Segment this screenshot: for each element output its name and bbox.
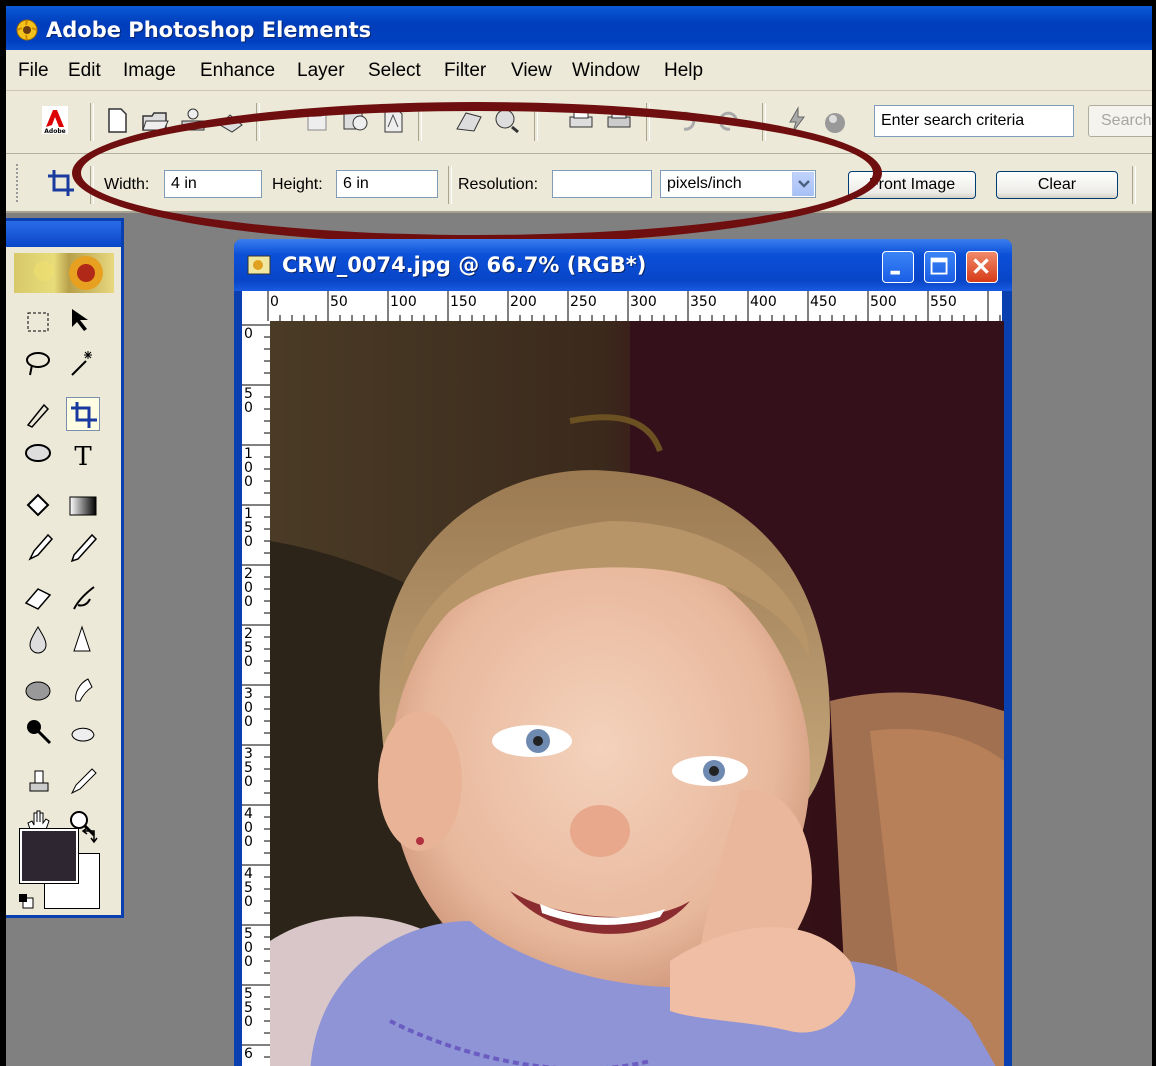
help-icon[interactable] (820, 105, 850, 135)
ruler-v-label: 1 5 0 (244, 506, 253, 550)
search-input[interactable]: Enter search criteria (874, 105, 1074, 137)
app-title: Adobe Photoshop Elements (46, 18, 372, 42)
ruler-v-label: 6 (244, 1046, 253, 1062)
ruler-h-label: 0 (270, 294, 279, 310)
ruler-h-label: 100 (390, 294, 417, 310)
new-file-icon[interactable] (102, 105, 132, 135)
separator (90, 103, 94, 141)
eraser-icon[interactable] (22, 581, 56, 615)
foreground-color-swatch[interactable] (19, 828, 79, 884)
ruler-h-label: 550 (930, 294, 957, 310)
ruler-v-label: 3 0 0 (244, 686, 253, 730)
ruler-h-label: 250 (570, 294, 597, 310)
blur-icon[interactable] (22, 623, 56, 657)
text-icon[interactable]: T (66, 439, 100, 473)
ruler-h-label: 450 (810, 294, 837, 310)
menu-layer[interactable]: Layer (297, 60, 345, 82)
swap-colors-icon[interactable] (80, 827, 100, 847)
ruler-h-label: 350 (690, 294, 717, 310)
brush-icon[interactable] (22, 531, 56, 565)
menu-file[interactable]: File (18, 60, 49, 82)
menu-enhance[interactable]: Enhance (200, 60, 275, 82)
adobe-logo-icon[interactable]: Adobe (40, 105, 70, 135)
menu-select[interactable]: Select (368, 60, 421, 82)
ruler-h-label: 200 (510, 294, 537, 310)
paint-bucket-icon[interactable] (22, 489, 56, 523)
search-button[interactable]: Search (1088, 105, 1152, 137)
clone-stamp-icon[interactable] (22, 765, 56, 799)
ruler-h-label: 500 (870, 294, 897, 310)
crop-icon[interactable] (66, 397, 100, 431)
ruler-v-label: 2 5 0 (244, 626, 253, 670)
burn-icon[interactable] (66, 715, 100, 749)
menu-bar: File Edit Image Enhance Layer Select Fil… (6, 50, 1152, 91)
document-icon (247, 255, 271, 275)
menu-edit[interactable]: Edit (68, 60, 101, 82)
photo-canvas[interactable] (270, 321, 1004, 1066)
menu-help[interactable]: Help (664, 60, 703, 82)
title-bar: Adobe Photoshop Elements (6, 6, 1152, 50)
maximize-button[interactable] (924, 251, 956, 283)
ruler-v-label: 1 0 0 (244, 446, 253, 490)
ruler-v-label: 3 5 0 (244, 746, 253, 790)
ruler-v-label: 4 5 0 (244, 866, 253, 910)
smudge-icon[interactable] (66, 673, 100, 707)
eyedropper-icon[interactable] (66, 765, 100, 799)
ruler-v-label: 5 0 0 (244, 926, 253, 970)
document-title: CRW_0074.jpg @ 66.7% (RGB*) (282, 253, 647, 277)
photoshop-elements-icon (16, 19, 38, 41)
menu-image[interactable]: Image (123, 60, 176, 82)
minimize-button[interactable] (882, 251, 914, 283)
magic-wand-icon[interactable] (66, 347, 100, 381)
ruler-h-label: 400 (750, 294, 777, 310)
sponge-icon[interactable] (22, 673, 56, 707)
move-icon[interactable] (66, 305, 100, 339)
ruler-h-label: 300 (630, 294, 657, 310)
toolbox-header (6, 221, 121, 247)
clear-button[interactable]: Clear (996, 171, 1118, 199)
horizontal-ruler[interactable]: 0 50 100 150 200 250 300 350 400 450 500 550 (242, 291, 1002, 322)
separator (1132, 166, 1136, 204)
app-window: Adobe Photoshop Elements File Edit Image… (0, 0, 1156, 1066)
marquee-icon[interactable] (22, 305, 56, 339)
menu-window[interactable]: Window (572, 60, 640, 82)
photo-image (270, 321, 1004, 1066)
default-colors-icon[interactable] (18, 893, 34, 909)
toolbox-logo (14, 253, 114, 293)
lasso-icon[interactable] (22, 347, 56, 381)
ruler-v-label: 4 0 0 (244, 806, 253, 850)
document-title-bar[interactable]: CRW_0074.jpg @ 66.7% (RGB*) (234, 239, 1012, 291)
grip (16, 164, 24, 202)
ruler-v-label: 2 0 0 (244, 566, 253, 610)
ruler-v-label: 0 (244, 326, 253, 342)
menu-view[interactable]: View (511, 60, 552, 82)
selection-brush-icon[interactable] (22, 397, 56, 431)
sharpen-icon[interactable] (66, 623, 100, 657)
menu-filter[interactable]: Filter (444, 60, 486, 82)
gradient-icon[interactable] (66, 489, 100, 523)
dodge-icon[interactable] (22, 715, 56, 749)
close-button[interactable] (966, 251, 998, 283)
vertical-ruler[interactable]: 0 5 0 1 0 0 1 5 0 2 0 0 2 5 0 3 0 0 3 5 0 4 0 0 4… (242, 321, 271, 1066)
svg-text:T: T (74, 442, 92, 472)
ruler-v-label: 5 0 (244, 386, 253, 416)
shape-icon[interactable] (22, 439, 56, 473)
impressionist-brush-icon[interactable] (66, 581, 100, 615)
toolbox: T (6, 218, 124, 918)
pencil-icon[interactable] (66, 531, 100, 565)
highlight-annotation (72, 102, 882, 244)
ruler-h-label: 150 (450, 294, 477, 310)
document-window: CRW_0074.jpg @ 66.7% (RGB*) 0 50 100 150 200… (234, 239, 1012, 1066)
ruler-h-label: 50 (330, 294, 348, 310)
svg-text:Adobe: Adobe (44, 128, 65, 135)
ruler-v-label: 5 5 0 (244, 986, 253, 1030)
